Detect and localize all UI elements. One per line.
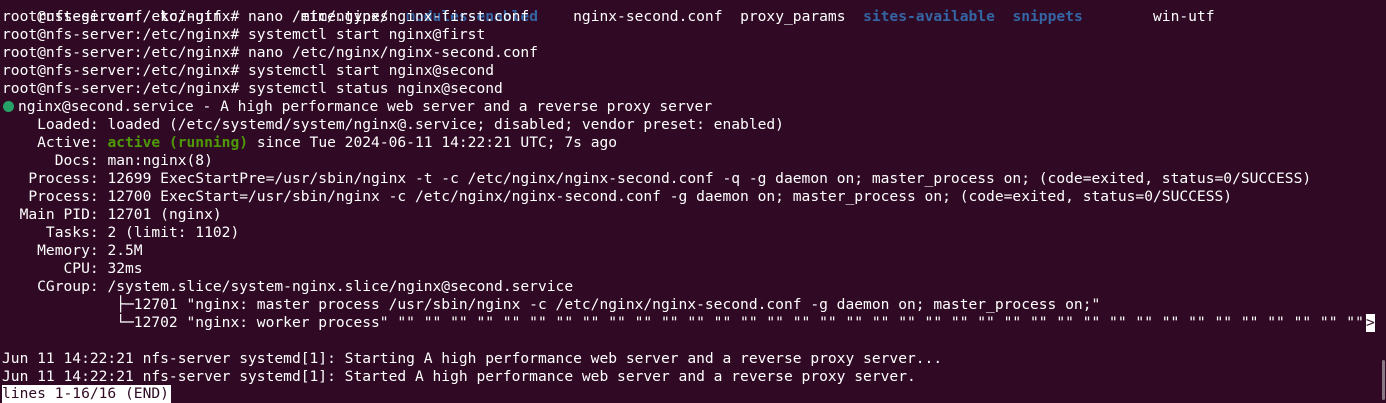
shell-command: systemctl status nginx@second — [248, 80, 503, 97]
journal-line: Jun 11 14:22:21 nfs-server systemd[1]: S… — [2, 350, 943, 367]
cgroup-value: /system.slice/system-nginx.slice/nginx@s… — [107, 278, 574, 295]
status-dot-icon — [3, 101, 14, 112]
process-line-1: Process: 12699 ExecStartPre=/usr/sbin/ng… — [2, 170, 1311, 188]
main-pid-value: 12701 (nginx) — [107, 206, 222, 223]
shell-prompt: root@nfs-server:/etc/nginx# — [2, 80, 249, 97]
memory-label: Memory: — [2, 242, 108, 259]
docs-line: Docs: man:nginx(8) — [2, 152, 213, 170]
terminal-window[interactable]: rustegi.conf koi-utf mime.types modules-… — [0, 0, 1386, 403]
journal-line: Jun 11 14:22:21 nfs-server systemd[1]: S… — [2, 368, 916, 385]
command-line: root@nfs-server:/etc/nginx# systemctl st… — [2, 62, 494, 80]
loaded-line: Loaded: loaded (/etc/systemd/system/ngin… — [2, 116, 784, 134]
command-line: root@nfs-server:/etc/nginx# systemctl st… — [2, 80, 503, 98]
command-line: root@nfs-server:/etc/nginx# systemctl st… — [2, 26, 485, 44]
shell-command: nano /etc/nginx/nginx-first.conf — [248, 8, 530, 25]
tasks-value: 2 (limit: 1102) — [107, 224, 240, 241]
cgroup-child-worker: └─12702 "nginx: worker process" "" "" ""… — [2, 314, 1365, 331]
shell-prompt: root@nfs-server:/etc/nginx# — [2, 8, 249, 25]
process-label: Process: — [2, 188, 108, 205]
pager-status-bar: lines 1-16/16 (END) — [2, 385, 171, 403]
main-pid-label: Main PID: — [2, 206, 108, 223]
loaded-value: loaded (/etc/systemd/system/nginx@.servi… — [107, 116, 784, 133]
memory-value: 2.5M — [107, 242, 143, 259]
active-label: Active: — [2, 134, 108, 151]
cpu-value: 32ms — [107, 260, 143, 277]
process-value: 12700 ExecStart=/usr/sbin/nginx -c /etc/… — [107, 188, 1233, 205]
cpu-line: CPU: 32ms — [2, 260, 143, 278]
scrollbar-thumb[interactable] — [1382, 360, 1385, 400]
process-line-2: Process: 12700 ExecStart=/usr/sbin/nginx… — [2, 188, 1232, 206]
command-line: root@nfs-server:/etc/nginx# nano /etc/ng… — [2, 8, 529, 26]
process-value: 12699 ExecStartPre=/usr/sbin/nginx -t -c… — [107, 170, 1312, 187]
shell-command: nano /etc/nginx/nginx-second.conf — [248, 44, 538, 61]
command-line: root@nfs-server:/etc/nginx# nano /etc/ng… — [2, 44, 538, 62]
tasks-line: Tasks: 2 (limit: 1102) — [2, 224, 239, 242]
loaded-label: Loaded: — [2, 116, 108, 133]
shell-prompt: root@nfs-server:/etc/nginx# — [2, 62, 249, 79]
cpu-label: CPU: — [2, 260, 108, 277]
ls-output-seg-3: sites-available snippets — [863, 8, 1083, 25]
ls-output-seg-2: nginx-second.conf proxy_params — [537, 8, 864, 25]
active-line: Active: active (running) since Tue 2024-… — [2, 134, 617, 152]
tasks-label: Tasks: — [2, 224, 108, 241]
active-since: since Tue 2024-06-11 14:22:21 UTC; 7s ag… — [248, 134, 618, 151]
shell-prompt: root@nfs-server:/etc/nginx# — [2, 26, 249, 43]
docs-label: Docs: — [2, 152, 108, 169]
ls-output-seg-4: win-utf — [1082, 8, 1215, 25]
scrollbar[interactable] — [1381, 0, 1386, 403]
docs-value: man:nginx(8) — [107, 152, 213, 169]
shell-command: systemctl start nginx@second — [248, 62, 495, 79]
cgroup-line: CGroup: /system.slice/system-nginx.slice… — [2, 278, 573, 296]
main-pid-line: Main PID: 12701 (nginx) — [2, 206, 222, 224]
ls-output-cutoff-line: rustegi.conf koi-utf mime.types modules-… — [2, 0, 1214, 25]
line-truncated-marker: > — [1366, 314, 1375, 332]
active-state: active (running) — [107, 134, 249, 151]
cgroup-label: CGroup: — [2, 278, 108, 295]
shell-command: systemctl start nginx@first — [248, 26, 486, 43]
service-header: nginx@second.service - A high performanc… — [18, 98, 713, 115]
service-header-line: nginx@second.service - A high performanc… — [3, 98, 712, 116]
process-label: Process: — [2, 170, 108, 187]
memory-line: Memory: 2.5M — [2, 242, 143, 260]
shell-prompt: root@nfs-server:/etc/nginx# — [2, 44, 249, 61]
cgroup-child-master: ├─12701 "nginx: master process /usr/sbin… — [2, 296, 1101, 313]
